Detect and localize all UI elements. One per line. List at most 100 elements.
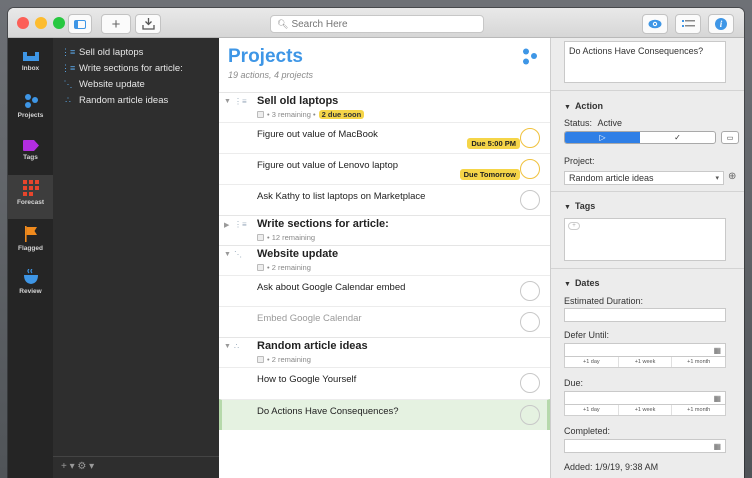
close-window-button[interactable] [17,17,29,29]
sidebar-item-random-article-ideas[interactable]: ∴ Random article ideas [53,92,219,108]
tab-inbox[interactable]: Inbox [8,42,53,86]
sidebar: ⋮≡ Sell old laptops ⋮≡ Write sections fo… [53,38,219,478]
estimated-duration-field[interactable] [564,308,726,322]
clean-up-button[interactable] [135,14,161,34]
dates-section-header[interactable]: ▼ Dates [564,278,599,288]
status-dropped-button[interactable]: ▭ [721,131,739,144]
defer-plus-month-button[interactable]: +1 month [672,357,725,367]
inspector-toggle-button[interactable]: i [708,14,734,34]
task-row[interactable]: Ask about Google Calendar embed [219,275,550,306]
due-field[interactable]: ▦ [564,391,726,405]
tab-tags[interactable]: Tags [8,132,53,176]
sequential-project-icon: ⋮≡ [61,62,76,73]
project-meta: • 2 remaining [257,355,311,364]
add-tag-icon[interactable]: + [568,222,580,230]
status-segmented-control[interactable]: ▷ ✓ [564,131,716,144]
divider [551,90,744,91]
project-row-sell-old-laptops[interactable]: ▼ ⋮≡ Sell old laptops • 3 remaining • 2 … [219,92,550,122]
tab-projects[interactable]: Projects [8,87,53,131]
task-name[interactable]: Ask about Google Calendar embed [257,282,405,293]
tags-section-header[interactable]: ▼ Tags [564,201,595,211]
task-row[interactable]: Embed Google Calendar [219,306,550,337]
divider [551,191,744,192]
zoom-window-button[interactable] [53,17,65,29]
project-row-random-article-ideas[interactable]: ▼ ∴ Random article ideas • 2 remaining [219,337,550,367]
list-icon [681,20,695,27]
search-field[interactable]: 🔍︎ [270,15,484,33]
due-badge: Due 5:00 PM [467,138,520,149]
task-checkbox[interactable] [520,159,540,179]
tab-review-label: Review [19,288,42,295]
status-completed-button[interactable]: ✓ [640,132,715,143]
project-name[interactable]: Sell old laptops [257,95,338,107]
disclosure-expanded-icon[interactable]: ▼ [224,343,231,350]
task-checkbox[interactable] [520,190,540,210]
calendar-icon[interactable]: ▦ [713,394,721,403]
quick-entry-button[interactable] [675,14,701,34]
go-to-project-icon[interactable]: ⊕ [728,171,736,182]
tab-forecast[interactable]: Forecast [8,175,53,219]
tab-tags-label: Tags [23,154,38,161]
action-section-header[interactable]: ▼ Action [564,101,603,111]
task-checkbox[interactable] [520,373,540,393]
task-checkbox[interactable] [520,312,540,332]
status-row: Status: Active [564,118,622,128]
task-name[interactable]: Figure out value of MacBook [257,129,378,140]
defer-plus-week-button[interactable]: +1 week [619,357,673,367]
task-name[interactable]: Ask Kathy to list laptops on Marketplace [257,191,425,202]
sidebar-item-sell-old-laptops[interactable]: ⋮≡ Sell old laptops [53,44,219,60]
tab-review[interactable]: Review [8,261,53,305]
tab-forecast-label: Forecast [16,199,45,206]
due-plus-day-button[interactable]: +1 day [565,405,619,415]
task-name[interactable]: Figure out value of Lenovo laptop [257,160,398,171]
sidebar-item-website-update[interactable]: ⋱ Website update [53,76,219,92]
calendar-icon[interactable]: ▦ [713,346,721,355]
sequential-project-icon: ⋮≡ [234,97,247,106]
task-name[interactable]: How to Google Yourself [257,374,356,385]
perspective-view-button[interactable] [642,14,668,34]
minimize-window-button[interactable] [35,17,47,29]
task-checkbox[interactable] [520,405,540,425]
task-name[interactable]: Do Actions Have Consequences? [257,406,399,417]
inbox-icon [22,52,39,61]
task-row[interactable]: Figure out value of Lenovo laptop Due To… [219,153,550,184]
task-row[interactable]: Figure out value of MacBook Due 5:00 PM [219,122,550,153]
sidebar-footer[interactable]: + ▾ ⚙ ▾ [53,456,219,478]
task-row[interactable]: Ask Kathy to list laptops on Marketplace [219,184,550,215]
task-name[interactable]: Embed Google Calendar [257,313,362,324]
calendar-icon[interactable]: ▦ [713,442,721,451]
task-row[interactable]: How to Google Yourself [219,367,550,398]
task-checkbox[interactable] [520,128,540,148]
project-row-write-sections[interactable]: ▶ ⋮≡ Write sections for article: • 12 re… [219,215,550,245]
sidebar-toggle-button[interactable] [68,14,92,34]
task-checkbox[interactable] [520,281,540,301]
defer-plus-day-button[interactable]: +1 day [565,357,619,367]
new-action-button[interactable]: + [101,14,131,34]
info-icon: i [715,18,727,30]
title-field[interactable]: Do Actions Have Consequences? [564,41,726,83]
due-plus-week-button[interactable]: +1 week [619,405,673,415]
plus-icon: + [111,15,121,33]
project-name[interactable]: Random article ideas [257,340,368,352]
tags-field[interactable]: + [564,218,726,261]
project-name[interactable]: Website update [257,248,338,260]
sidebar-footer-controls[interactable]: + ▾ ⚙ ▾ [61,461,94,472]
sidebar-item-label: Write sections for article: [79,62,183,74]
tab-flagged[interactable]: Flagged [8,218,53,262]
task-row-selected[interactable]: Do Actions Have Consequences? [219,399,550,430]
due-plus-month-button[interactable]: +1 month [672,405,725,415]
project-select[interactable]: Random article ideas ▾ [564,171,724,185]
status-active-button[interactable]: ▷ [565,132,640,143]
project-name[interactable]: Write sections for article: [257,218,389,230]
project-row-website-update[interactable]: ▼ ⋱ Website update • 2 remaining [219,245,550,275]
search-input[interactable] [291,18,472,30]
disclosure-expanded-icon: ▼ [564,281,571,288]
disclosure-expanded-icon[interactable]: ▼ [224,98,231,105]
completed-field[interactable]: ▦ [564,439,726,453]
disclosure-collapsed-icon[interactable]: ▶ [224,221,229,229]
disclosure-expanded-icon[interactable]: ▼ [224,251,231,258]
tag-icon [22,140,39,151]
single-actions-icon: ⋱ [63,78,73,89]
defer-until-field[interactable]: ▦ [564,343,726,357]
sidebar-item-write-sections[interactable]: ⋮≡ Write sections for article: [53,60,219,76]
